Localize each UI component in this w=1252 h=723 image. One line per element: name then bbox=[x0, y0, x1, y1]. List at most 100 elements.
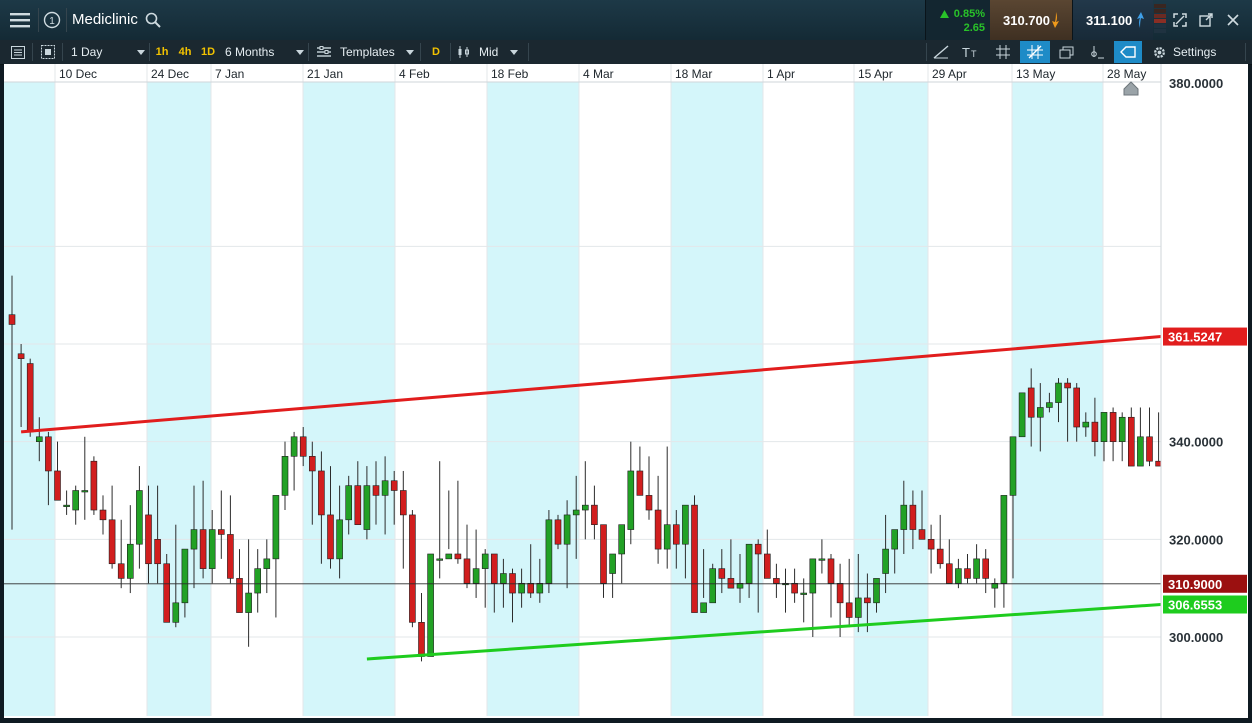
search-icon[interactable] bbox=[144, 11, 162, 29]
templates-icon[interactable] bbox=[316, 45, 332, 59]
x-tick-label: 18 Mar bbox=[675, 67, 712, 81]
candle-body bbox=[927, 539, 935, 550]
buy-button[interactable]: 311.100 bbox=[1072, 0, 1153, 40]
settings-button[interactable]: Settings bbox=[1173, 40, 1216, 64]
candle-body bbox=[1055, 382, 1062, 403]
timeframe-1d[interactable]: 1D bbox=[199, 43, 217, 61]
gear-icon[interactable] bbox=[1151, 44, 1167, 60]
svg-text:1: 1 bbox=[49, 16, 55, 27]
caret-down-icon[interactable] bbox=[406, 50, 414, 55]
templates-button[interactable]: Templates bbox=[340, 40, 395, 64]
candlestick-icon[interactable] bbox=[456, 44, 472, 60]
price-chart[interactable]: 10 Dec 24 Dec 7 Jan 21 Jan 4 Feb 18 Feb 4 Mar 1… bbox=[4, 64, 1248, 718]
x-tick-label: 4 Feb bbox=[399, 67, 430, 81]
caret-down-icon[interactable] bbox=[510, 50, 518, 55]
gridlines-icon[interactable] bbox=[994, 44, 1012, 60]
caret-down-icon[interactable] bbox=[296, 50, 304, 55]
candle-body bbox=[718, 568, 726, 579]
candle-body bbox=[727, 578, 735, 589]
candle-body bbox=[427, 553, 434, 657]
timeframe-4h[interactable]: 4h bbox=[176, 43, 194, 61]
up-arrow-icon bbox=[940, 10, 949, 18]
info-icon[interactable]: 1 bbox=[42, 10, 62, 30]
candle-body bbox=[218, 529, 225, 535]
draw-line-icon[interactable] bbox=[932, 44, 950, 60]
candle-body bbox=[127, 543, 134, 579]
candle-body bbox=[882, 548, 889, 574]
menu-icon[interactable] bbox=[8, 9, 32, 31]
tag-toggle[interactable] bbox=[1114, 41, 1142, 63]
range-select[interactable]: 6 Months bbox=[225, 40, 274, 64]
candle bbox=[545, 510, 553, 594]
list-icon[interactable] bbox=[10, 44, 26, 60]
x-tick-label: 4 Mar bbox=[583, 67, 614, 81]
timeframe-1h[interactable]: 1h bbox=[153, 43, 171, 61]
layers-icon[interactable] bbox=[1058, 44, 1076, 60]
candle-body bbox=[518, 582, 525, 594]
y-tick-label: 320.0000 bbox=[1169, 532, 1223, 547]
candle-body bbox=[26, 363, 34, 433]
candle-body bbox=[691, 504, 698, 613]
candle-body bbox=[445, 553, 453, 560]
candle-body bbox=[754, 543, 762, 555]
candle-body bbox=[81, 490, 89, 493]
x-tick-label: 28 May bbox=[1107, 67, 1146, 81]
x-tick-label: 18 Feb bbox=[491, 67, 529, 81]
candle-body bbox=[390, 480, 398, 491]
candle-body bbox=[172, 602, 180, 623]
candle-body bbox=[509, 573, 516, 594]
candle-body bbox=[572, 509, 580, 516]
candle-body bbox=[672, 524, 680, 545]
candle-body bbox=[1118, 416, 1126, 442]
candle-body bbox=[263, 558, 271, 569]
candle-body bbox=[318, 470, 325, 516]
current-price-tag: 310.9000 bbox=[1168, 577, 1222, 592]
indicator-icon[interactable] bbox=[1088, 44, 1106, 60]
candle-body bbox=[1109, 412, 1117, 442]
grid-icon[interactable] bbox=[40, 44, 56, 60]
change-box: 0.85% 2.65 bbox=[925, 0, 991, 40]
candle-body bbox=[399, 490, 407, 516]
text-icon[interactable]: TT bbox=[962, 44, 980, 60]
candle-body bbox=[409, 514, 416, 623]
y-tick-label: 380.0000 bbox=[1169, 76, 1223, 91]
candle-body bbox=[827, 558, 835, 584]
close-icon[interactable] bbox=[1225, 12, 1241, 28]
candle-body bbox=[308, 456, 316, 472]
x-tick-label: 24 Dec bbox=[151, 67, 189, 81]
popout-icon[interactable] bbox=[1198, 12, 1214, 28]
candle-body bbox=[700, 602, 707, 613]
candle-body bbox=[1046, 402, 1053, 408]
candle bbox=[26, 358, 34, 437]
date-band bbox=[303, 82, 395, 716]
candle-body bbox=[336, 519, 343, 560]
svg-text:T: T bbox=[962, 45, 970, 59]
maximize-icon[interactable] bbox=[1172, 12, 1188, 28]
candle-body bbox=[208, 529, 216, 569]
candle-body bbox=[163, 563, 170, 623]
candle-body bbox=[436, 558, 444, 561]
candle-body bbox=[372, 485, 380, 496]
candle-body bbox=[117, 563, 125, 579]
candle-body bbox=[1027, 387, 1035, 418]
candle-body bbox=[1100, 412, 1108, 442]
price-type-select[interactable]: Mid bbox=[479, 40, 498, 64]
x-tick-label: 1 Apr bbox=[767, 67, 795, 81]
candle-body bbox=[290, 436, 298, 457]
candle-body bbox=[527, 582, 535, 594]
sell-button[interactable]: 310.700 bbox=[990, 0, 1072, 40]
interval-select[interactable]: 1 Day bbox=[71, 40, 102, 64]
candle-body bbox=[1000, 495, 1008, 584]
d-marker[interactable]: D bbox=[427, 43, 445, 61]
x-tick-label: 13 May bbox=[1016, 67, 1055, 81]
caret-down-icon[interactable] bbox=[137, 50, 145, 55]
candle-body bbox=[500, 573, 507, 584]
crosshair-toggle[interactable] bbox=[1020, 41, 1050, 63]
down-arrow-icon bbox=[1052, 12, 1059, 28]
candle-body bbox=[554, 519, 562, 545]
candle-body bbox=[1082, 421, 1090, 428]
candle-body bbox=[745, 543, 753, 584]
instrument-name[interactable]: Mediclinic bbox=[72, 8, 138, 32]
x-tick-label: 21 Jan bbox=[307, 67, 343, 81]
y-axis-panel bbox=[1161, 64, 1248, 718]
